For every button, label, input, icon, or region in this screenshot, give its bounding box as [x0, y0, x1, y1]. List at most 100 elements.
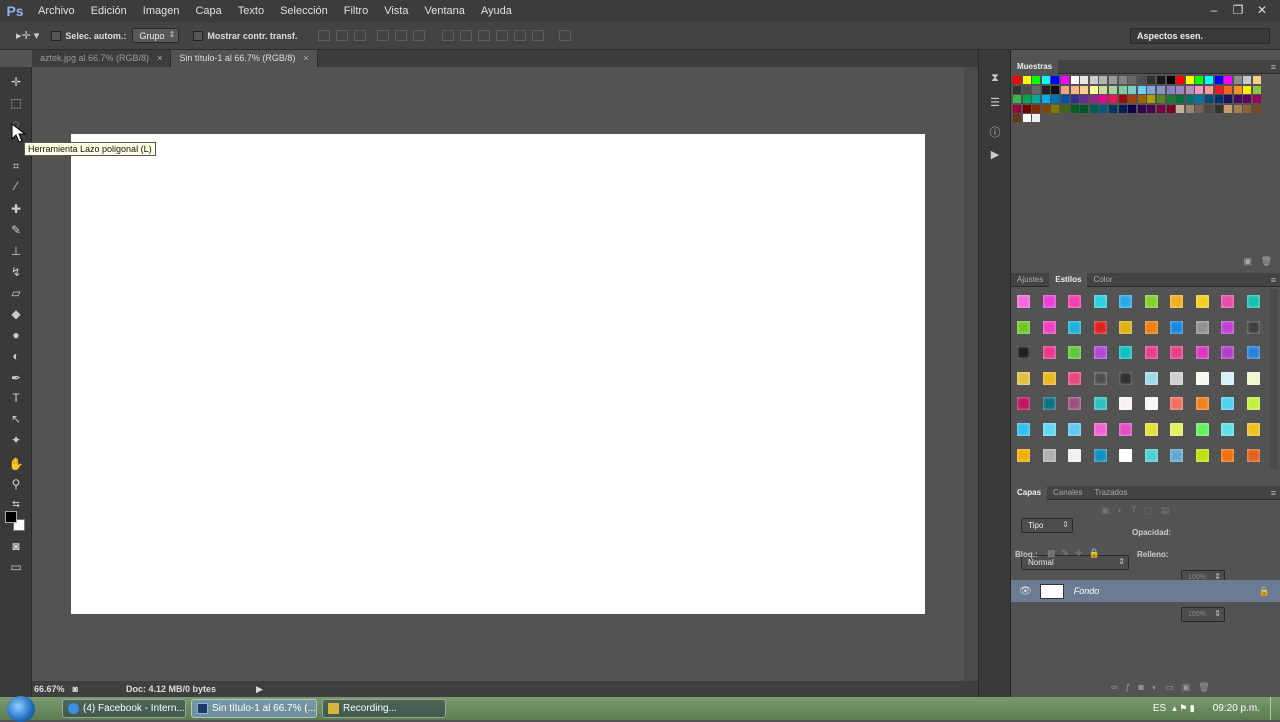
color-swatch[interactable] [1224, 95, 1233, 104]
color-swatch[interactable] [1013, 114, 1021, 123]
style-preset[interactable] [1093, 371, 1107, 385]
style-preset[interactable] [1119, 423, 1132, 436]
type-tool-icon[interactable]: T [6, 389, 26, 407]
auto-select-checkbox[interactable] [51, 30, 62, 41]
color-swatch[interactable] [1176, 95, 1185, 104]
group-select[interactable]: Grupo [132, 28, 180, 43]
workspace-select[interactable]: Aspectos esen. [1130, 28, 1270, 44]
new-swatch-icon[interactable]: ▣ [1243, 256, 1252, 267]
color-swatch[interactable] [1157, 76, 1165, 84]
style-preset[interactable] [1068, 320, 1081, 334]
color-swatch[interactable] [1080, 85, 1089, 94]
style-grid[interactable] [1011, 289, 1269, 469]
style-preset[interactable] [1170, 346, 1183, 360]
menu-capa[interactable]: Capa [187, 0, 229, 22]
align-right-icon[interactable] [413, 30, 426, 41]
color-swatch[interactable] [1051, 104, 1060, 113]
language-indicator[interactable]: ES [1153, 703, 1166, 714]
style-preset[interactable] [1144, 423, 1158, 436]
color-swatch[interactable] [1109, 104, 1117, 113]
style-preset[interactable] [1017, 397, 1030, 411]
style-preset[interactable] [1017, 295, 1030, 308]
style-preset[interactable] [1119, 371, 1132, 385]
color-swatch[interactable] [1195, 95, 1204, 104]
color-swatch[interactable] [1118, 104, 1127, 113]
style-preset[interactable] [1119, 295, 1132, 308]
vertical-scrollbar[interactable] [964, 67, 978, 681]
color-swatch[interactable] [1214, 104, 1223, 113]
color-swatch[interactable] [1195, 76, 1204, 84]
color-swatch[interactable] [1214, 95, 1223, 104]
color-swatch[interactable] [1243, 85, 1252, 94]
color-swatch[interactable] [1022, 76, 1031, 84]
color-swatch[interactable] [1128, 76, 1137, 84]
taskbar-photoshop[interactable]: Sin título-1 al 66.7% (... [191, 699, 317, 718]
color-swatch[interactable] [1205, 104, 1213, 113]
menu-edicion[interactable]: Edición [83, 0, 135, 22]
delete-swatch-icon[interactable]: 🗑 [1261, 256, 1272, 267]
color-swatch[interactable] [1185, 104, 1194, 113]
color-swatch[interactable] [1147, 85, 1156, 94]
color-swatch[interactable] [1061, 85, 1069, 94]
menu-seleccion[interactable]: Selección [272, 0, 336, 22]
dodge-tool-icon[interactable]: ◐ [6, 347, 26, 365]
style-preset[interactable] [1195, 320, 1209, 334]
style-preset[interactable] [1170, 448, 1183, 462]
color-swatch[interactable] [1205, 76, 1213, 84]
style-preset[interactable] [1195, 346, 1209, 360]
style-preset[interactable] [1246, 320, 1260, 334]
menu-imagen[interactable]: Imagen [135, 0, 188, 22]
color-swatch[interactable] [1137, 104, 1146, 113]
style-preset[interactable] [1195, 423, 1209, 436]
style-preset[interactable] [1170, 295, 1183, 308]
style-preset[interactable] [1221, 295, 1234, 308]
style-preset[interactable] [1093, 423, 1107, 436]
tab-muestras[interactable]: Muestras [1011, 59, 1059, 74]
minimize-button[interactable]: – [1202, 0, 1226, 22]
brush-tool-icon[interactable]: ✎ [6, 221, 26, 239]
color-swatch[interactable] [1099, 95, 1108, 104]
color-swatch[interactable] [1233, 85, 1242, 94]
eraser-tool-icon[interactable]: ▱ [6, 284, 26, 302]
style-preset[interactable] [1017, 371, 1030, 385]
style-preset[interactable] [1221, 346, 1234, 360]
move-tool-icon[interactable]: ✛ [6, 73, 26, 91]
color-swatch[interactable] [1013, 76, 1021, 84]
menu-texto[interactable]: Texto [230, 0, 272, 22]
tab-sin-titulo[interactable]: Sin título-1 al 66.7% (RGB/8) × [171, 50, 318, 67]
color-swatch[interactable] [1032, 104, 1041, 113]
color-swatch[interactable] [1195, 85, 1204, 94]
color-swatch[interactable] [1099, 104, 1108, 113]
color-swatch[interactable] [1147, 104, 1156, 113]
foreground-color-swatch[interactable] [5, 511, 17, 523]
align-left-icon[interactable] [377, 30, 390, 41]
color-swatch[interactable] [1041, 76, 1050, 84]
menu-ayuda[interactable]: Ayuda [473, 0, 520, 22]
tab-trazados[interactable]: Trazados [1088, 486, 1133, 500]
color-swatch[interactable] [1032, 85, 1041, 94]
style-preset[interactable] [1042, 320, 1056, 334]
marquee-tool-icon[interactable]: ⬚ [6, 94, 26, 112]
color-swatch[interactable] [1233, 76, 1242, 84]
style-preset[interactable] [1068, 346, 1081, 360]
color-swatch[interactable] [1253, 95, 1261, 104]
color-swatch[interactable] [1070, 85, 1079, 94]
style-preset[interactable] [1246, 397, 1260, 411]
style-preset[interactable] [1119, 448, 1132, 462]
color-swatch[interactable] [1185, 95, 1194, 104]
stamp-tool-icon[interactable]: ⊥ [6, 242, 26, 260]
color-swatch[interactable] [1022, 114, 1031, 123]
color-swatch[interactable] [1166, 95, 1175, 104]
status-menu-arrow-icon[interactable]: ▶ [256, 684, 263, 695]
tab-estilos[interactable]: Estilos [1049, 272, 1088, 287]
eyedropper-tool-icon[interactable]: ⁄ [6, 177, 26, 195]
style-preset[interactable] [1093, 397, 1107, 411]
style-preset[interactable] [1042, 423, 1056, 436]
properties-panel-icon[interactable]: ☰ [987, 96, 1003, 112]
color-swatch[interactable] [1243, 76, 1252, 84]
color-swatch[interactable] [1224, 76, 1233, 84]
style-preset[interactable] [1195, 371, 1209, 385]
style-preset[interactable] [1221, 448, 1234, 462]
style-preset[interactable] [1093, 320, 1107, 334]
zoom-tool-icon[interactable]: ⚲ [6, 475, 26, 493]
